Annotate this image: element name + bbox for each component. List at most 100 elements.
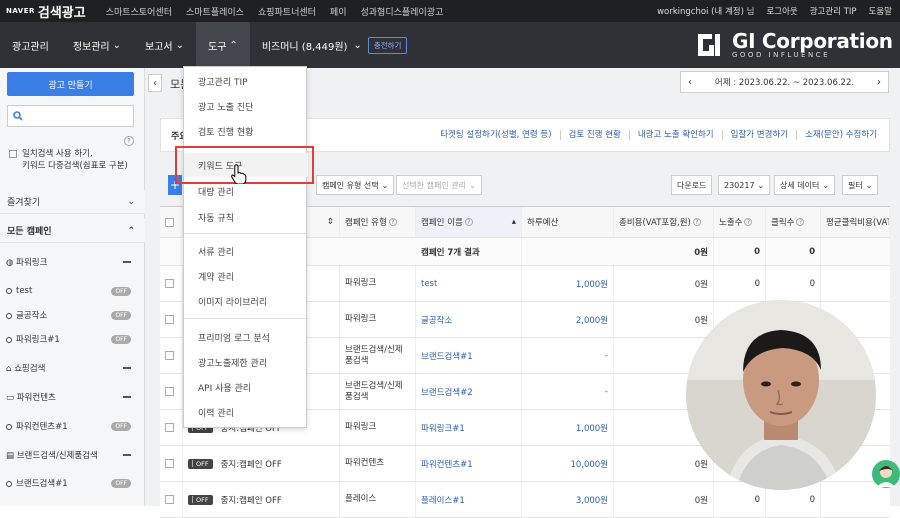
charge-button[interactable]: 충전하기 [367, 36, 408, 54]
row-campaign-name[interactable]: 파워링크#1 [416, 410, 522, 445]
collapse-icon[interactable] [123, 396, 131, 398]
logout-link[interactable]: 로그아웃 [766, 5, 797, 17]
help-icon[interactable]: ? [124, 136, 134, 146]
create-ad-button[interactable]: 광고 만들기 [7, 72, 134, 96]
menu-item-review-status[interactable]: 검토 진행 현황 [184, 119, 308, 143]
help-icon[interactable]: ? [388, 218, 397, 226]
link-copy-edit[interactable]: 소재(문안) 수정하기 [796, 130, 885, 140]
account-name[interactable]: workingchoi (내 계정) 님 [657, 5, 754, 17]
on-off-toggle[interactable]: OFF [188, 458, 213, 469]
menu-item-documents[interactable]: 서류 관리 [184, 239, 308, 263]
all-campaigns-section[interactable]: 모든 캠페인 ⌃ [0, 219, 145, 243]
menu-item-exposure-limit[interactable]: 광고노출제한 관리 [184, 350, 308, 374]
row-daily-budget[interactable]: 1,000원 [522, 266, 614, 301]
sidebar-item-brand1[interactable]: 브랜드검색#1 OFF [0, 472, 145, 494]
row-daily-budget[interactable]: 1,000원 [522, 410, 614, 445]
filter-select[interactable]: 필터 ⌄ [842, 175, 879, 195]
sidebar-item-powerlink1[interactable]: 파워링크#1 OFF [0, 328, 145, 350]
help-icon[interactable]: ? [464, 218, 473, 226]
menu-item-contracts[interactable]: 계약 관리 [184, 264, 308, 288]
collapse-icon[interactable] [123, 261, 131, 263]
sidebar-item-test[interactable]: test OFF [0, 280, 145, 302]
row-checkbox[interactable] [165, 459, 174, 468]
row-campaign-name[interactable]: 플레이스#1 [416, 482, 522, 517]
on-off-toggle[interactable]: OFF [188, 494, 213, 505]
row-campaign-name[interactable]: 브랜드검색#2 [416, 374, 522, 409]
help-icon[interactable]: ? [796, 218, 805, 226]
select-all-checkbox[interactable] [165, 217, 174, 227]
view-code-select[interactable]: 230217 ⌄ [718, 175, 771, 195]
header-total-cost[interactable]: 총비용(VAT포함,원)? [614, 207, 714, 237]
date-range-text[interactable]: 어제 : 2023.06.22. ~ 2023.06.22. [715, 76, 854, 88]
top-nav-smartplace[interactable]: 스마트플레이스 [186, 5, 244, 18]
header-campaign-name[interactable]: 캠페인 이름? ▴ [416, 207, 522, 237]
row-checkbox[interactable] [165, 279, 174, 288]
sidebar-item-powercontents1[interactable]: 파워컨텐츠#1 OFF [0, 415, 145, 437]
help-icon[interactable]: ? [692, 218, 701, 226]
row-campaign-name[interactable]: test [416, 266, 522, 301]
link-review-status[interactable]: 검토 진행 현황 [559, 130, 629, 140]
row-checkbox[interactable] [165, 315, 174, 324]
tip-link[interactable]: 광고관리 TIP [810, 5, 857, 17]
nav-info-management[interactable]: 정보관리 ⌄ [61, 22, 133, 68]
header-clicks[interactable]: 클릭수? [766, 207, 821, 237]
row-daily-budget[interactable]: 2,000원 [522, 302, 614, 337]
row-daily-budget[interactable]: 10,000원 [522, 446, 614, 481]
sidebar-group-shopping[interactable]: ⌂ 쇼핑검색 [0, 357, 145, 379]
menu-item-premium-log[interactable]: 프리미엄 로그 분석 [184, 325, 308, 349]
menu-item-history[interactable]: 이력 관리 [184, 400, 308, 424]
header-impressions[interactable]: 노출수? [714, 207, 766, 237]
help-link[interactable]: 도움말 [869, 5, 892, 17]
nav-ad-management[interactable]: 광고관리 [0, 22, 61, 68]
link-targeting[interactable]: 타겟팅 설정하기(성별, 연령 등) [432, 130, 559, 140]
logo[interactable]: NAVER 검색광고 [6, 2, 86, 21]
menu-item-image-library[interactable]: 이미지 라이브러리 [184, 289, 308, 313]
campaign-type-select[interactable]: 캠페인 유형 선택 ⌄ [316, 175, 395, 195]
header-avg-cpc[interactable]: 평균클릭비용(VAT포 [821, 207, 890, 237]
row-checkbox[interactable] [165, 495, 174, 504]
exact-match-checkbox[interactable] [9, 150, 17, 158]
sidebar-group-powercontents[interactable]: ▭ 파워컨텐츠 [0, 386, 145, 408]
row-daily-budget[interactable]: - [522, 374, 614, 409]
header-daily-budget[interactable]: 하루예산 [522, 207, 614, 237]
row-checkbox[interactable] [165, 387, 174, 396]
collapse-icon[interactable] [123, 454, 131, 456]
sidebar-collapse-button[interactable]: ‹ [148, 74, 162, 92]
top-nav-smartstore[interactable]: 스마트스토어센터 [106, 5, 172, 18]
campaign-search-input[interactable] [7, 105, 134, 127]
menu-item-api[interactable]: API 사용 관리 [184, 375, 308, 399]
exact-match-option[interactable]: 일치검색 사용 하기, 키워드 다중검색(쉼표로 구분) [9, 148, 128, 172]
row-campaign-name[interactable]: 글공작소 [416, 302, 522, 337]
help-icon[interactable]: ? [744, 218, 753, 226]
chevron-right-icon[interactable]: › [870, 72, 888, 92]
row-checkbox[interactable] [165, 423, 174, 432]
chevron-left-icon[interactable]: ‹ [681, 72, 699, 92]
row-campaign-name[interactable]: 브랜드검색#1 [416, 338, 522, 373]
bizmoney[interactable]: 비즈머니 (8,449원) ⌄ 충전하기 [250, 36, 420, 54]
top-nav-pay[interactable]: 페이 [330, 5, 347, 18]
sidebar-group-powerlink[interactable]: ◍ 파워링크 [0, 251, 145, 273]
menu-item-tip[interactable]: 광고관리 TIP [184, 69, 308, 93]
row-daily-budget[interactable]: - [522, 338, 614, 373]
sidebar-group-brand[interactable]: ▤ 브랜드검색/신제품검색 [0, 444, 145, 466]
link-ad-exposure[interactable]: 내광고 노출 확인하기 [628, 130, 722, 140]
top-nav-display-ads[interactable]: 성과형디스플레이광고 [360, 5, 443, 18]
top-nav-shopping-partner[interactable]: 쇼핑파트너센터 [258, 5, 316, 18]
link-bid-change[interactable]: 입찰가 변경하기 [721, 130, 796, 140]
nav-tools[interactable]: 도구 ⌃ [196, 22, 250, 68]
sidebar-item-geulgongjakso[interactable]: 글공작소 OFF [0, 304, 145, 326]
menu-item-exposure-diagnosis[interactable]: 광고 노출 진단 [184, 94, 308, 118]
nav-reports[interactable]: 보고서 ⌄ [133, 22, 196, 68]
header-campaign-type[interactable]: 캠페인 유형? [340, 207, 416, 237]
collapse-icon[interactable] [123, 367, 131, 369]
favorites-section[interactable]: 즐겨찾기 ⌄ [0, 190, 145, 214]
download-button[interactable]: 다운로드 [671, 175, 713, 195]
row-daily-budget[interactable]: 3,000원 [522, 482, 614, 517]
row-checkbox[interactable] [165, 351, 174, 360]
date-range-picker[interactable]: ‹ 어제 : 2023.06.22. ~ 2023.06.22. › [680, 71, 889, 93]
menu-item-auto-rules[interactable]: 자동 규칙 [184, 205, 308, 229]
detail-data-select[interactable]: 상세 데이터 ⌄ [774, 175, 836, 195]
row-campaign-name[interactable]: 파워컨텐츠#1 [416, 446, 522, 481]
chat-avatar-button[interactable] [872, 460, 900, 488]
selected-campaign-manage[interactable]: 선택한 캠페인 관리 ⌄ [396, 175, 482, 195]
